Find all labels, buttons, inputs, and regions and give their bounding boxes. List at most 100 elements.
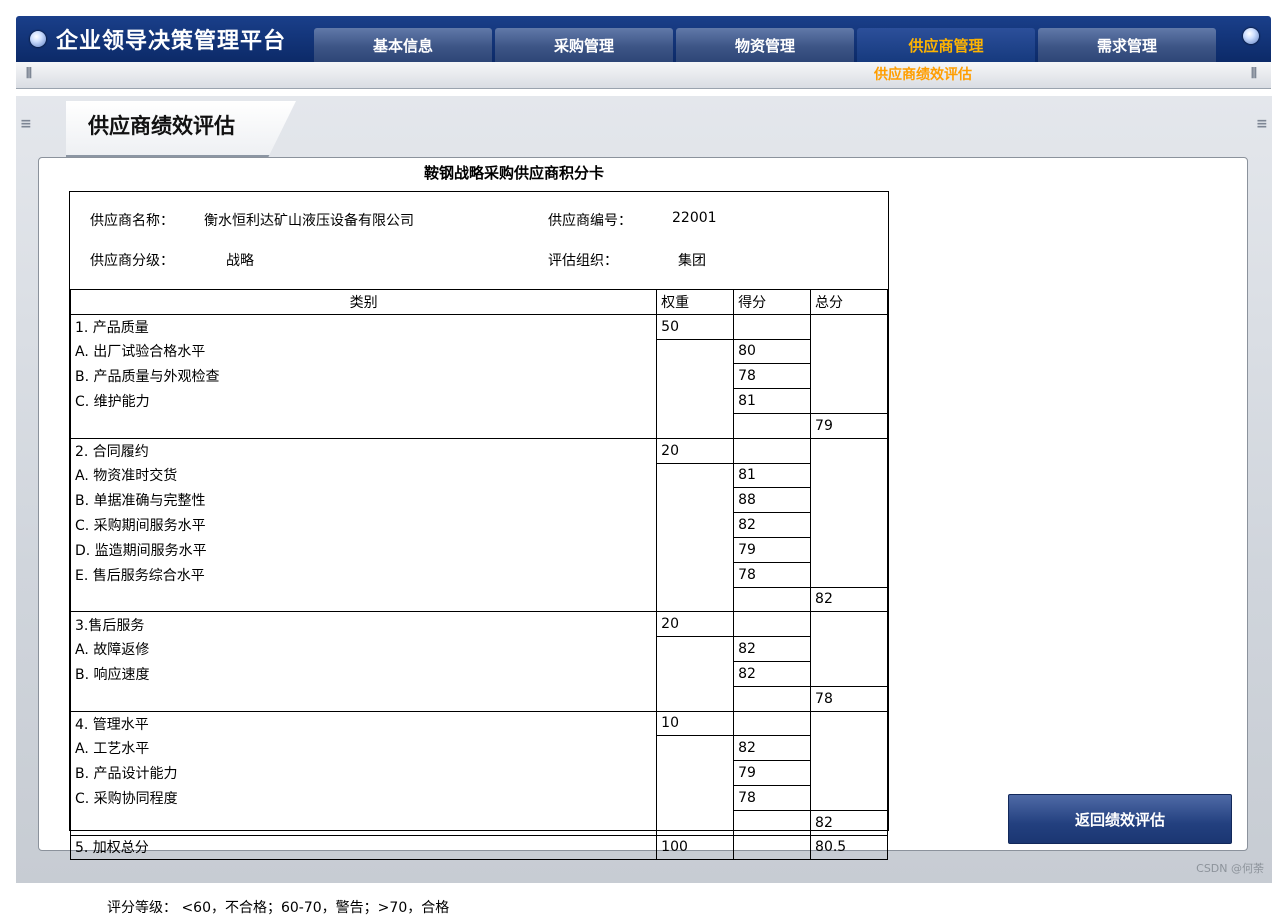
table-header-row: 类别 权重 得分 总分	[69, 289, 888, 315]
item-weight-cell	[656, 785, 734, 811]
left-grip-icon: ≡	[20, 116, 32, 132]
column-header-weight: 权重	[656, 289, 735, 315]
content-area: 鞍钢战略采购供应商积分卡 供应商名称： 衡水恒利达矿山液压设备有限公司 供应商编…	[38, 157, 1248, 916]
category-total-cell	[810, 710, 888, 736]
panel-header: ≡ 供应商绩效评估 ≡	[16, 96, 1272, 157]
table-row: B. 产品设计能力 79	[69, 760, 888, 786]
nav-tab-materials[interactable]: 物资管理	[676, 28, 854, 62]
app-title: 企业领导决策管理平台	[56, 29, 287, 54]
grade-note: 评分等级： <60，不合格；60-70，警告；>70，合格	[107, 900, 450, 916]
item-total-cell	[810, 661, 888, 687]
supplier-code-label: 供应商编号：	[548, 213, 632, 229]
supplier-name: 衡水恒利达矿山液压设备有限公司	[204, 213, 414, 229]
left-handle-icon: ⫴	[26, 66, 32, 82]
supplier-name-label: 供应商名称：	[90, 213, 174, 229]
table-row: B. 产品质量与外观检查 78	[69, 363, 888, 390]
item-weight-cell	[656, 661, 734, 687]
nav-tab-procurement[interactable]: 采购管理	[495, 28, 673, 62]
category-spacer-cell	[69, 413, 657, 439]
column-header-category: 类别	[69, 289, 658, 315]
item-score: 78	[733, 785, 811, 811]
category-total-cell	[810, 611, 888, 637]
column-header-total: 总分	[810, 289, 888, 315]
eval-org-label: 评估组织：	[548, 253, 618, 269]
category-name: 4. 管理水平	[69, 710, 657, 736]
category-spacer-cell	[733, 587, 811, 613]
table-row: B. 单据准确与完整性 88	[69, 487, 888, 514]
item-score: 79	[733, 537, 811, 563]
item-total-cell	[810, 562, 888, 588]
item-total-cell	[810, 463, 888, 488]
category-spacer-cell	[733, 686, 811, 712]
score-table: 类别 权重 得分 总分 1. 产品质量 50 A. 出厂试验合格水平 80 B. 产品质…	[69, 289, 888, 861]
item-score: 88	[733, 487, 811, 514]
item-score: 81	[733, 463, 811, 489]
item-weight-cell	[656, 537, 734, 563]
item-total-cell	[810, 388, 888, 414]
category-total-cell	[810, 437, 888, 464]
category-score-cell	[733, 611, 811, 638]
item-score: 81	[733, 388, 811, 414]
nav-tab-basic-info[interactable]: 基本信息	[314, 28, 492, 62]
category-name: 3.售后服务	[69, 611, 657, 637]
category-name: 2. 合同履约	[69, 437, 657, 464]
weighted-total-weight: 100	[656, 835, 734, 861]
item-name: D. 监造期间服务水平	[69, 537, 657, 563]
table-row: 4. 管理水平 10	[69, 710, 888, 737]
category-weight: 50	[656, 313, 734, 340]
item-name: B. 响应速度	[69, 661, 657, 687]
sub-navigation-bar: ⫴ 供应商绩效评估 ⫴	[16, 62, 1271, 89]
globe-icon	[30, 31, 46, 47]
item-name: B. 单据准确与完整性	[69, 487, 657, 513]
sub-nav-supplier-evaluation[interactable]: 供应商绩效评估	[874, 64, 972, 84]
item-total-cell	[810, 636, 888, 662]
scorecard: 供应商名称： 衡水恒利达矿山液压设备有限公司 供应商编号： 22001 供应商分…	[69, 191, 889, 861]
nav-tab-demand[interactable]: 需求管理	[1038, 28, 1216, 62]
item-score: 82	[733, 636, 811, 662]
item-weight-cell	[656, 562, 734, 588]
category-weight: 20	[656, 611, 734, 638]
table-row: D. 监造期间服务水平 79	[69, 537, 888, 563]
item-weight-cell	[656, 487, 734, 513]
watermark: CSDN @何荼	[1196, 862, 1264, 875]
item-weight-cell	[656, 760, 734, 786]
item-score: 82	[733, 661, 811, 687]
weighted-total-label: 5. 加权总分	[69, 835, 657, 861]
item-weight-cell	[656, 463, 734, 488]
item-total-cell	[810, 512, 888, 538]
supplier-level: 战略	[226, 253, 254, 269]
table-body: 1. 产品质量 50 A. 出厂试验合格水平 80 B. 产品质量与外观检查 78 C. 维…	[69, 313, 888, 861]
category-spacer-cell	[656, 413, 734, 439]
nav-tab-supplier-management[interactable]: 供应商管理	[857, 28, 1035, 62]
table-row: 1. 产品质量 50	[69, 313, 888, 340]
return-to-evaluation-button[interactable]: 返回绩效评估	[1008, 794, 1232, 844]
globe-icon	[1243, 28, 1259, 44]
main-nav: 基本信息 采购管理 物资管理 供应商管理 需求管理	[314, 28, 1219, 62]
item-weight-cell	[656, 636, 734, 662]
main-panel: ≡ 供应商绩效评估 ≡ 鞍钢战略采购供应商积分卡 供应商名称： 衡水恒利达矿山液…	[16, 96, 1272, 916]
item-total-cell	[810, 760, 888, 786]
right-handle-icon: ⫴	[1251, 66, 1257, 82]
item-total-cell	[810, 363, 888, 389]
table-row: 82	[69, 586, 888, 613]
item-total-cell	[810, 785, 888, 811]
top-navigation-bar: 企业领导决策管理平台 基本信息 采购管理 物资管理 供应商管理 需求管理	[16, 16, 1271, 62]
supplier-code: 22001	[672, 210, 717, 226]
table-row: C. 采购协同程度 78	[69, 785, 888, 811]
table-row: C. 维护能力 81	[69, 388, 888, 414]
item-weight-cell	[656, 363, 734, 389]
category-spacer-cell	[69, 587, 657, 613]
item-weight-cell	[656, 512, 734, 538]
category-score-cell	[733, 437, 811, 464]
page-title: 供应商绩效评估	[88, 114, 235, 138]
category-total: 82	[810, 809, 888, 836]
category-total: 78	[810, 685, 888, 712]
category-total: 82	[810, 586, 888, 613]
table-row: 79	[69, 412, 888, 439]
item-weight-cell	[656, 388, 734, 414]
category-spacer-cell	[69, 810, 657, 836]
table-row: 78	[69, 685, 888, 712]
category-score-cell	[733, 710, 811, 737]
item-total-cell	[810, 339, 888, 364]
table-row: C. 采购期间服务水平 82	[69, 512, 888, 538]
